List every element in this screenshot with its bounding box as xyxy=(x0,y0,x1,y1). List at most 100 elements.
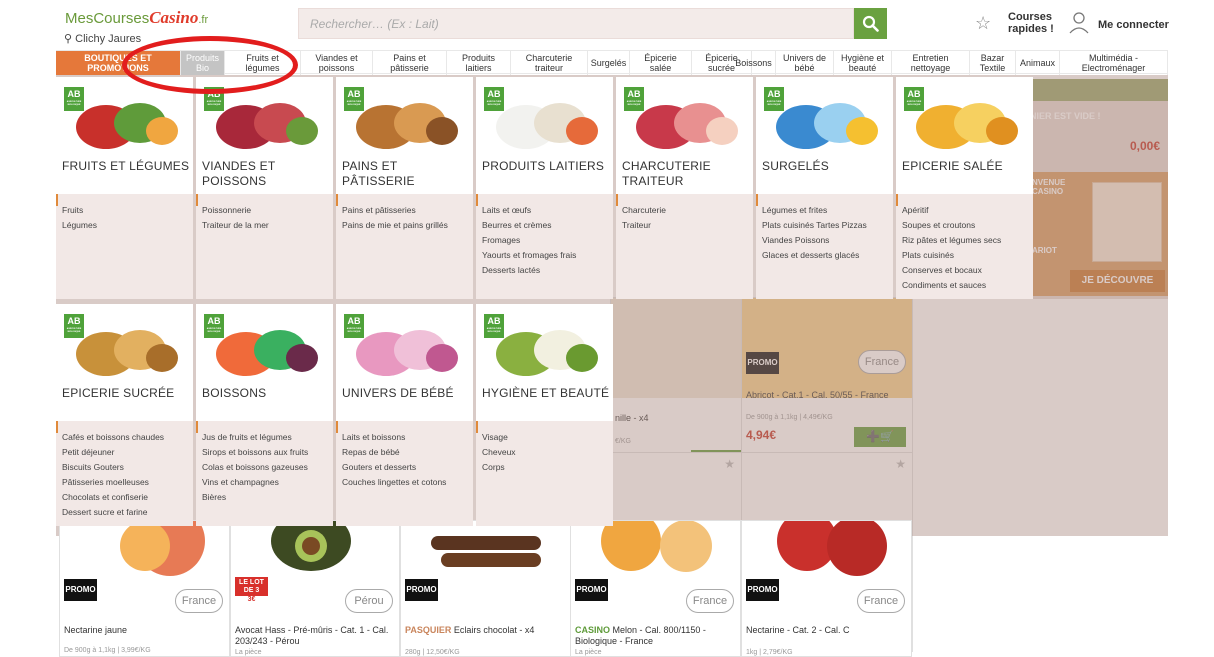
product-card-melon[interactable]: PROMO France CASINO Melon - Cal. 800/115… xyxy=(570,511,741,657)
subcategory-link[interactable]: Visage xyxy=(482,430,516,445)
menu-tile-10[interactable]: AB AGRICULTURE BIOLOGIQUE HYGIÈNE ET BEAU… xyxy=(476,304,613,526)
menu-tile-6[interactable]: AB AGRICULTURE BIOLOGIQUE EPICERIE SALÉE … xyxy=(896,77,1033,299)
subcategory-link[interactable]: Charcuterie xyxy=(622,203,666,218)
menu-tile-4[interactable]: AB AGRICULTURE BIOLOGIQUE CHARCUTERIE TRA… xyxy=(616,77,753,299)
menu-category-title[interactable]: EPICERIE SUCRÉE xyxy=(62,386,174,401)
search-button[interactable] xyxy=(854,8,887,39)
nav-tab-produits-laitiers[interactable]: Produits laitiers xyxy=(447,51,511,75)
search-input[interactable]: Rechercher… (Ex : Lait) xyxy=(298,8,854,39)
menu-tile-image-area[interactable]: AB AGRICULTURE BIOLOGIQUE EPICERIE SALÉE xyxy=(896,77,1033,194)
nav-tab-pains-patisserie[interactable]: Pains et pâtisserie xyxy=(373,51,447,75)
menu-category-title[interactable]: BOISSONS xyxy=(202,386,266,401)
menu-tile-image-area[interactable]: AB AGRICULTURE BIOLOGIQUE BOISSONS xyxy=(196,304,333,421)
menu-tile-0[interactable]: AB AGRICULTURE BIOLOGIQUE FRUITS ET LÉGUM… xyxy=(56,77,193,299)
product-card-avocat[interactable]: LE LOT DE 3 3€ Pérou Avocat Hass - Pré-m… xyxy=(230,511,400,657)
menu-tile-image-area[interactable]: AB AGRICULTURE BIOLOGIQUE EPICERIE SUCRÉE xyxy=(56,304,193,421)
subcategory-link[interactable]: Poissonnerie xyxy=(202,203,269,218)
site-logo[interactable]: MesCoursesCasino.fr xyxy=(65,8,208,28)
subcategory-link[interactable]: Bières xyxy=(202,490,308,505)
menu-category-title[interactable]: SURGELÉS xyxy=(762,159,829,174)
nav-tab-multimedia-electromenager[interactable]: Multimédia - Electroménager xyxy=(1060,51,1168,75)
menu-category-title[interactable]: FRUITS ET LÉGUMES xyxy=(62,159,189,174)
menu-tile-9[interactable]: AB AGRICULTURE BIOLOGIQUE UNIVERS DE BÉBÉ… xyxy=(336,304,473,526)
menu-category-title[interactable]: EPICERIE SALÉE xyxy=(902,159,1003,174)
subcategory-link[interactable]: Plats cuisinés Tartes Pizzas xyxy=(762,218,867,233)
subcategory-link[interactable]: Plats cuisinés xyxy=(902,248,1001,263)
nav-tab-hygiene-beaute[interactable]: Hygiène et beauté xyxy=(834,51,892,75)
nav-tab-bazar-textile[interactable]: Bazar Textile xyxy=(970,51,1016,75)
subcategory-link[interactable]: Traiteur de la mer xyxy=(202,218,269,233)
product-card-nectarine-2[interactable]: PROMO France Nectarine - Cat. 2 - Cal. C… xyxy=(741,511,912,657)
menu-tile-3[interactable]: AB AGRICULTURE BIOLOGIQUE PRODUITS LAITIE… xyxy=(476,77,613,299)
subcategory-link[interactable]: Cheveux xyxy=(482,445,516,460)
subcategory-link[interactable]: Repas de bébé xyxy=(342,445,446,460)
subcategory-link[interactable]: Traiteur xyxy=(622,218,666,233)
store-location[interactable]: ⚲ Clichy Jaures xyxy=(64,32,141,45)
menu-tile-8[interactable]: AB AGRICULTURE BIOLOGIQUE BOISSONS Jus de… xyxy=(196,304,333,526)
menu-tile-image-area[interactable]: AB AGRICULTURE BIOLOGIQUE HYGIÈNE ET BEAU… xyxy=(476,304,613,421)
menu-category-title[interactable]: UNIVERS DE BÉBÉ xyxy=(342,386,454,401)
nav-tab-charcuterie-traiteur[interactable]: Charcuterie traiteur xyxy=(511,51,588,75)
subcategory-link[interactable]: Soupes et croutons xyxy=(902,218,1001,233)
subcategory-link[interactable]: Colas et boissons gazeuses xyxy=(202,460,308,475)
subcategory-link[interactable]: Jus de fruits et légumes xyxy=(202,430,308,445)
menu-category-title[interactable]: PAINS ET PÂTISSERIE xyxy=(342,159,473,189)
subcategory-link[interactable]: Corps xyxy=(482,460,516,475)
menu-tile-image-area[interactable]: AB AGRICULTURE BIOLOGIQUE PRODUITS LAITIE… xyxy=(476,77,613,194)
menu-tile-image-area[interactable]: AB AGRICULTURE BIOLOGIQUE UNIVERS DE BÉBÉ xyxy=(336,304,473,421)
subcategory-link[interactable]: Légumes et frites xyxy=(762,203,867,218)
subcategory-link[interactable]: Chocolats et confiserie xyxy=(62,490,164,505)
nav-tab-surgeles[interactable]: Surgelés xyxy=(588,51,630,75)
subcategory-link[interactable]: Petit déjeuner xyxy=(62,445,164,460)
nav-tab-epicerie-salee[interactable]: Épicerie salée xyxy=(630,51,692,75)
subcategory-link[interactable]: Vins et champagnes xyxy=(202,475,308,490)
subcategory-link[interactable]: Fromages xyxy=(482,233,576,248)
menu-tile-image-area[interactable]: AB AGRICULTURE BIOLOGIQUE PAINS ET PÂTISS… xyxy=(336,77,473,194)
subcategory-link[interactable]: Pâtisseries moelleuses xyxy=(62,475,164,490)
menu-tile-7[interactable]: AB AGRICULTURE BIOLOGIQUE EPICERIE SUCRÉE… xyxy=(56,304,193,526)
login-button[interactable]: Me connecter xyxy=(1068,8,1178,38)
subcategory-link[interactable]: Biscuits Gouters xyxy=(62,460,164,475)
product-card-nectarine[interactable]: PROMO France Nectarine jaune De 900g à 1… xyxy=(59,506,230,657)
nav-tab-boissons[interactable]: Boissons xyxy=(732,51,776,75)
tile-accent xyxy=(336,194,338,206)
subcategory-link[interactable]: Riz pâtes et légumes secs xyxy=(902,233,1001,248)
subcategory-link[interactable]: Laits et boissons xyxy=(342,430,446,445)
subcategory-link[interactable]: Fruits xyxy=(62,203,97,218)
menu-tile-5[interactable]: AB AGRICULTURE BIOLOGIQUE SURGELÉS Légume… xyxy=(756,77,893,299)
quick-shopping-button[interactable]: ☆ Courses rapides ! xyxy=(970,8,1060,38)
menu-tile-1[interactable]: AB AGRICULTURE BIOLOGIQUE VIANDES ET POIS… xyxy=(196,77,333,299)
product-card-eclairs[interactable]: PROMO PASQUIER Eclairs chocolat - x4 280… xyxy=(400,520,571,657)
subcategory-link[interactable]: Viandes Poissons xyxy=(762,233,867,248)
menu-tile-2[interactable]: AB AGRICULTURE BIOLOGIQUE PAINS ET PÂTISS… xyxy=(336,77,473,299)
menu-tile-image-area[interactable]: AB AGRICULTURE BIOLOGIQUE FRUITS ET LÉGUM… xyxy=(56,77,193,194)
menu-category-title[interactable]: PRODUITS LAITIERS xyxy=(482,159,604,174)
menu-category-title[interactable]: VIANDES ET POISSONS xyxy=(202,159,275,189)
menu-tile-image-area[interactable]: AB AGRICULTURE BIOLOGIQUE SURGELÉS xyxy=(756,77,893,194)
subcategory-link[interactable]: Dessert sucre et farine xyxy=(62,505,164,520)
subcategory-link[interactable]: Légumes xyxy=(62,218,97,233)
subcategory-link[interactable]: Sirops et boissons aux fruits xyxy=(202,445,308,460)
menu-tile-image-area[interactable]: AB AGRICULTURE BIOLOGIQUE VIANDES ET POIS… xyxy=(196,77,333,194)
subcategory-link[interactable]: Yaourts et fromages frais xyxy=(482,248,576,263)
subcategory-link[interactable]: Apéritif xyxy=(902,203,1001,218)
nav-tab-viandes-poissons[interactable]: Viandes et poissons xyxy=(301,51,373,75)
subcategory-link[interactable]: Laits et œufs xyxy=(482,203,576,218)
menu-category-title[interactable]: HYGIÈNE ET BEAUTÉ xyxy=(482,386,609,401)
subcategory-link[interactable]: Conserves et bocaux xyxy=(902,263,1001,278)
subcategory-link[interactable]: Desserts lactés xyxy=(482,263,576,278)
subcategory-link[interactable]: Pains de mie et pains grillés xyxy=(342,218,448,233)
menu-tile-image-area[interactable]: AB AGRICULTURE BIOLOGIQUE CHARCUTERIE TRA… xyxy=(616,77,753,194)
subcategory-link[interactable]: Beurres et crèmes xyxy=(482,218,576,233)
subcategory-link[interactable]: Cafés et boissons chaudes xyxy=(62,430,164,445)
subcategory-link[interactable]: Gouters et desserts xyxy=(342,460,446,475)
nav-tab-entretien-nettoyage[interactable]: Entretien nettoyage xyxy=(892,51,970,75)
menu-category-title[interactable]: CHARCUTERIE TRAITEUR xyxy=(622,159,711,189)
subcategory-link[interactable]: Glaces et desserts glacés xyxy=(762,248,867,263)
store-name: Clichy Jaures xyxy=(75,33,142,45)
subcategory-link[interactable]: Couches lingettes et cotons xyxy=(342,475,446,490)
nav-tab-animaux[interactable]: Animaux xyxy=(1016,51,1060,75)
nav-tab-univers-bebe[interactable]: Univers de bébé xyxy=(776,51,834,75)
subcategory-link[interactable]: Pains et pâtisseries xyxy=(342,203,448,218)
subcategory-link[interactable]: Condiments et sauces xyxy=(902,278,1001,293)
